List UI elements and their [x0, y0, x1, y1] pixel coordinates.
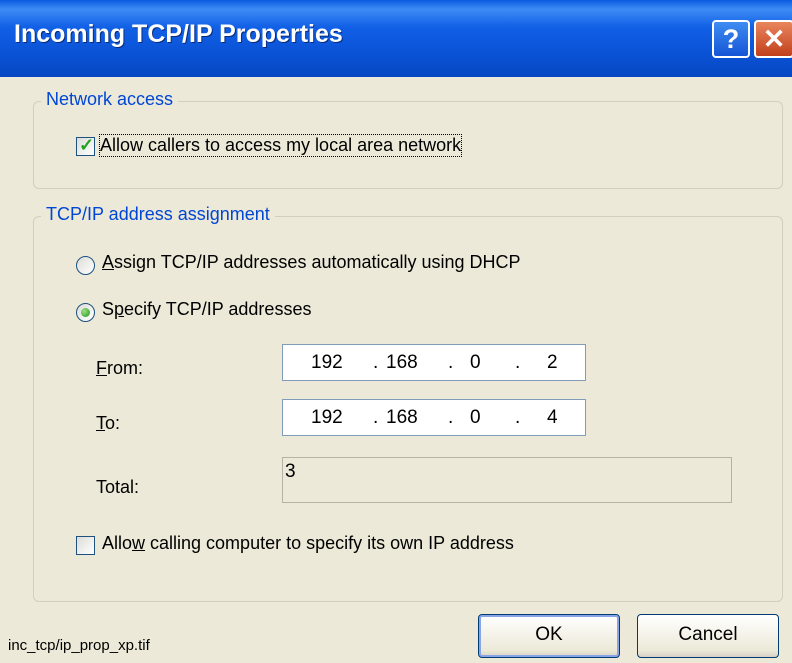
ip-dot: .	[515, 407, 521, 428]
total-label: Total:	[96, 477, 140, 497]
to-ip-field[interactable]: 192 . 168 . 0 . 4	[282, 399, 586, 436]
to-label: To:	[96, 413, 120, 434]
from-mnemonic: F	[96, 358, 107, 378]
figure-caption: inc_tcp/ip_prop_xp.tif	[8, 637, 150, 654]
to-octet-3: 0	[470, 407, 481, 428]
network-access-group-label: Network access	[41, 89, 179, 110]
to-octet-2: 168	[386, 407, 418, 428]
incoming-tcpip-properties-dialog: Incoming TCP/IP Properties ? ✕ Network a…	[0, 0, 792, 663]
from-ip-field[interactable]: 192 . 168 . 0 . 2	[282, 344, 586, 381]
close-icon: ✕	[762, 24, 786, 54]
allow-own-ip-checkbox[interactable]	[76, 536, 95, 555]
own-ip-label-pre: Allo	[102, 533, 133, 553]
specify-ip-radio[interactable]	[76, 303, 95, 322]
to-octet-4: 4	[547, 407, 558, 428]
from-label: From:	[96, 358, 143, 379]
allow-lan-label[interactable]: Allow callers to access my local area ne…	[98, 134, 463, 157]
allow-own-ip-label[interactable]: Allow calling computer to specify its ow…	[102, 533, 514, 554]
title-bar: Incoming TCP/IP Properties ? ✕	[0, 0, 792, 77]
dialog-body: Network access ✓ Allow callers to access…	[0, 77, 792, 663]
close-button[interactable]: ✕	[754, 20, 792, 58]
total-value: 3	[285, 461, 296, 482]
to-label-rest: o:	[105, 413, 121, 433]
from-label-rest: rom:	[107, 358, 143, 378]
cancel-button[interactable]: Cancel	[637, 614, 779, 658]
total-field: 3	[282, 457, 732, 503]
ip-dot: .	[373, 352, 379, 373]
from-octet-2: 168	[386, 352, 418, 373]
from-octet-4: 2	[547, 352, 558, 373]
specify-ip-radio-label[interactable]: Specify TCP/IP addresses	[102, 299, 311, 320]
allow-lan-checkbox[interactable]: ✓	[76, 135, 95, 156]
window-title: Incoming TCP/IP Properties	[14, 20, 343, 48]
ip-dot: .	[448, 352, 454, 373]
tcpip-assignment-group-label: TCP/IP address assignment	[41, 204, 275, 225]
own-ip-mnemonic: w	[132, 533, 146, 553]
to-octet-1: 192	[311, 407, 343, 428]
specify-label-pre: S	[102, 299, 115, 319]
from-octet-3: 0	[470, 352, 481, 373]
checkmark-icon: ✓	[79, 135, 95, 155]
specify-mnemonic: p	[114, 299, 125, 319]
ip-dot: .	[373, 407, 379, 428]
ip-dot: .	[448, 407, 454, 428]
ip-dot: .	[515, 352, 521, 373]
from-octet-1: 192	[311, 352, 343, 373]
help-button[interactable]: ?	[712, 20, 750, 58]
dhcp-radio-label[interactable]: Assign TCP/IP addresses automatically us…	[102, 252, 521, 273]
dhcp-mnemonic: A	[102, 252, 115, 272]
dhcp-label-rest: ssign TCP/IP addresses automatically usi…	[114, 252, 521, 272]
to-mnemonic: T	[96, 413, 105, 433]
dhcp-radio[interactable]	[76, 256, 95, 275]
radio-selected-dot	[81, 308, 90, 317]
ok-button[interactable]: OK	[478, 614, 620, 658]
help-icon: ?	[722, 24, 740, 54]
specify-label-rest: ecify TCP/IP addresses	[124, 299, 312, 319]
own-ip-label-rest: calling computer to specify its own IP a…	[145, 533, 514, 553]
